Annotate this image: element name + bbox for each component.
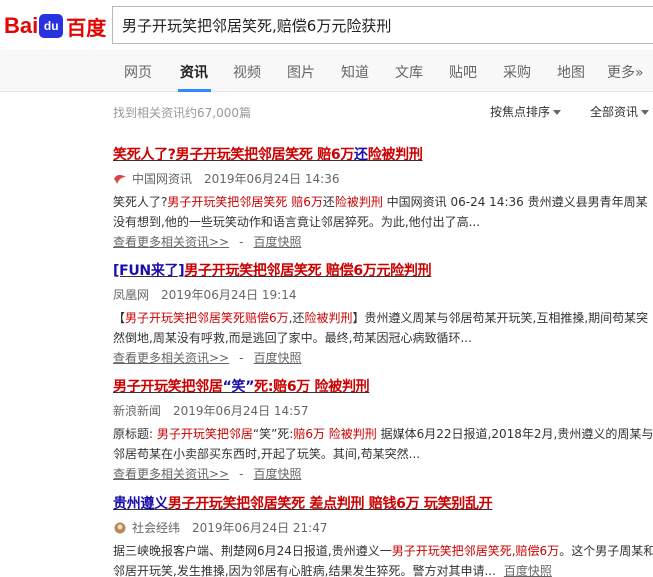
- result-item: 贵州遵义男子开玩笑把邻居笑死 差点判刑 赔钱6万 玩笑别乱开 社会经纬 2019…: [113, 493, 653, 577]
- result-abstract: 笑死人了?男子开玩笑把邻居笑死 赔6万还险被判刑 中国网资讯 06-24 14:…: [113, 192, 653, 232]
- paw-icon: du: [39, 14, 64, 38]
- type-label: 全部资讯: [590, 105, 639, 119]
- tab-wenku[interactable]: 文库: [395, 62, 423, 82]
- nav-tabs: 网页 资讯 视频 图片 知道 文库 贴吧 采购 地图 更多»: [0, 50, 653, 92]
- header: Bai du 百度: [0, 0, 653, 50]
- caret-down-icon: [553, 110, 562, 115]
- abstract-text: 还: [322, 195, 335, 209]
- result-item: 男子开玩笑把邻居“笑”死:赔6万 险被判刑 新浪新闻 2019年06月24日 1…: [113, 376, 653, 484]
- logo-text-bai: Bai: [4, 13, 39, 38]
- result-meta: 新浪新闻 2019年06月24日 14:57: [113, 402, 653, 419]
- result-item: [FUN来了]男子开玩笑把邻居笑死 赔偿6万元险判刑 凤凰网 2019年06月2…: [113, 260, 653, 368]
- abstract-highlight: 赔6万 险被判刑: [293, 427, 377, 441]
- result-abstract: 原标题: 男子开玩笑把邻居“笑”死:赔6万 险被判刑 据媒体6月22日报道,20…: [113, 424, 653, 464]
- tab-caigou[interactable]: 采购: [503, 62, 531, 82]
- search-input[interactable]: [113, 7, 653, 43]
- result-date: 2019年06月24日 14:36: [204, 172, 340, 186]
- cache-link[interactable]: 百度快照: [253, 351, 301, 365]
- result-toolbar: 找到相关资讯约67,000篇 按焦点排序 全部资讯: [0, 92, 653, 128]
- title-text: [FUN来了]: [113, 263, 185, 279]
- tab-images[interactable]: 图片: [287, 62, 315, 82]
- cache-link[interactable]: 百度快照: [253, 235, 301, 249]
- result-count: 找到相关资讯约67,000篇: [113, 106, 251, 120]
- result-item: 笑死人了?男子开玩笑把邻居笑死 赔6万还险被判刑 中国网资讯 2019年06月2…: [113, 144, 653, 252]
- title-text: 死:赔6万 险被判刑: [254, 379, 370, 395]
- tab-more[interactable]: 更多»: [607, 62, 644, 82]
- abstract-text: ,还: [288, 311, 305, 325]
- source-avatar-icon: [114, 522, 126, 533]
- abstract-highlight: 男子开玩笑把邻居笑死 赔6万: [167, 195, 323, 209]
- search-box: [112, 6, 653, 44]
- china-net-icon: [114, 174, 126, 184]
- logo-text-du: du: [43, 19, 59, 33]
- more-news-link[interactable]: 查看更多相关资讯>>: [113, 235, 229, 249]
- cache-link[interactable]: 百度快照: [504, 564, 552, 577]
- abstract-highlight: 险被判刑: [304, 311, 353, 325]
- abstract-text: 原标题:: [113, 427, 157, 441]
- abstract-text: 笑死人了?: [113, 195, 168, 209]
- cache-link[interactable]: 百度快照: [253, 467, 301, 481]
- caret-down-icon: [641, 110, 650, 115]
- result-links: 查看更多相关资讯>> - 百度快照: [113, 464, 653, 484]
- result-meta: 社会经纬 2019年06月24日 21:47: [113, 519, 653, 536]
- result-date: 2019年06月24日 21:47: [192, 521, 328, 535]
- title-text: 笑死人了?: [113, 147, 176, 163]
- title-text: “笑”: [222, 379, 255, 395]
- result-title-link[interactable]: 男子开玩笑把邻居“笑”死:赔6万 险被判刑: [113, 376, 653, 396]
- result-source: 新浪新闻: [113, 404, 162, 418]
- abstract-highlight: 男子开玩笑把邻居笑死赔偿6万: [125, 311, 289, 325]
- result-abstract: 【男子开玩笑把邻居笑死赔偿6万,还险被判刑】贵州遵义周某与邻居苟某开玩笑,互相推…: [113, 308, 653, 348]
- tab-tieba[interactable]: 贴吧: [449, 62, 477, 82]
- separator: -: [239, 235, 244, 249]
- title-text: 还: [354, 147, 368, 163]
- separator: -: [239, 351, 244, 365]
- result-links: 查看更多相关资讯>> - 百度快照: [113, 348, 653, 368]
- tab-web[interactable]: 网页: [124, 62, 152, 82]
- tab-zhidao[interactable]: 知道: [341, 62, 369, 82]
- result-source: 中国网资讯: [132, 172, 193, 186]
- sort-dropdown[interactable]: 按焦点排序: [490, 103, 562, 120]
- result-date: 2019年06月24日 19:14: [161, 288, 297, 302]
- sort-label: 按焦点排序: [490, 105, 551, 119]
- type-dropdown[interactable]: 全部资讯: [590, 103, 650, 120]
- title-text: 男子开玩笑把邻居笑死 赔偿6万元险判刑: [184, 263, 432, 279]
- result-source: 凤凰网: [113, 288, 150, 302]
- abstract-highlight: 男子开玩笑把邻居笑死,赔偿6万: [391, 544, 560, 558]
- result-abstract: 据三峡晚报客户端、荆楚网6月24日报道,贵州遵义一男子开玩笑把邻居笑死,赔偿6万…: [113, 541, 653, 577]
- result-title-link[interactable]: [FUN来了]男子开玩笑把邻居笑死 赔偿6万元险判刑: [113, 260, 653, 280]
- result-links: 查看更多相关资讯>> - 百度快照: [113, 232, 653, 252]
- tab-video[interactable]: 视频: [233, 62, 261, 82]
- title-text: 男子开玩笑把邻居: [113, 379, 223, 395]
- result-date: 2019年06月24日 14:57: [173, 404, 309, 418]
- title-text: 险被判刑: [367, 147, 423, 163]
- abstract-text: 【: [113, 311, 126, 325]
- title-text: 男子开玩笑把邻居笑死 赔6万: [175, 147, 355, 163]
- more-news-link[interactable]: 查看更多相关资讯>>: [113, 351, 229, 365]
- baidu-logo[interactable]: Bai du 百度: [4, 12, 106, 40]
- abstract-highlight: 男子开玩笑把邻居: [156, 427, 253, 441]
- abstract-text: 据三峡晚报客户端、荆楚网6月24日报道,贵州遵义一: [113, 544, 392, 558]
- tab-map[interactable]: 地图: [557, 62, 585, 82]
- abstract-text: “笑”死:: [252, 427, 294, 441]
- result-meta: 中国网资讯 2019年06月24日 14:36: [113, 170, 653, 187]
- result-title-link[interactable]: 笑死人了?男子开玩笑把邻居笑死 赔6万还险被判刑: [113, 144, 653, 164]
- result-source: 社会经纬: [132, 521, 181, 535]
- abstract-highlight: 险被判刑: [334, 195, 383, 209]
- logo-text-cn: 百度: [66, 15, 107, 40]
- result-title-link[interactable]: 贵州遵义男子开玩笑把邻居笑死 差点判刑 赔钱6万 玩笑别乱开: [113, 493, 653, 513]
- result-meta: 凤凰网 2019年06月24日 19:14: [113, 286, 653, 303]
- title-text: 贵州遵义: [113, 496, 168, 512]
- more-news-link[interactable]: 查看更多相关资讯>>: [113, 467, 229, 481]
- separator: -: [239, 467, 244, 481]
- title-text: 男子开玩笑把邻居笑死 差点判刑 赔钱6万 玩笑别乱开: [167, 496, 493, 512]
- tab-news[interactable]: 资讯: [180, 62, 208, 82]
